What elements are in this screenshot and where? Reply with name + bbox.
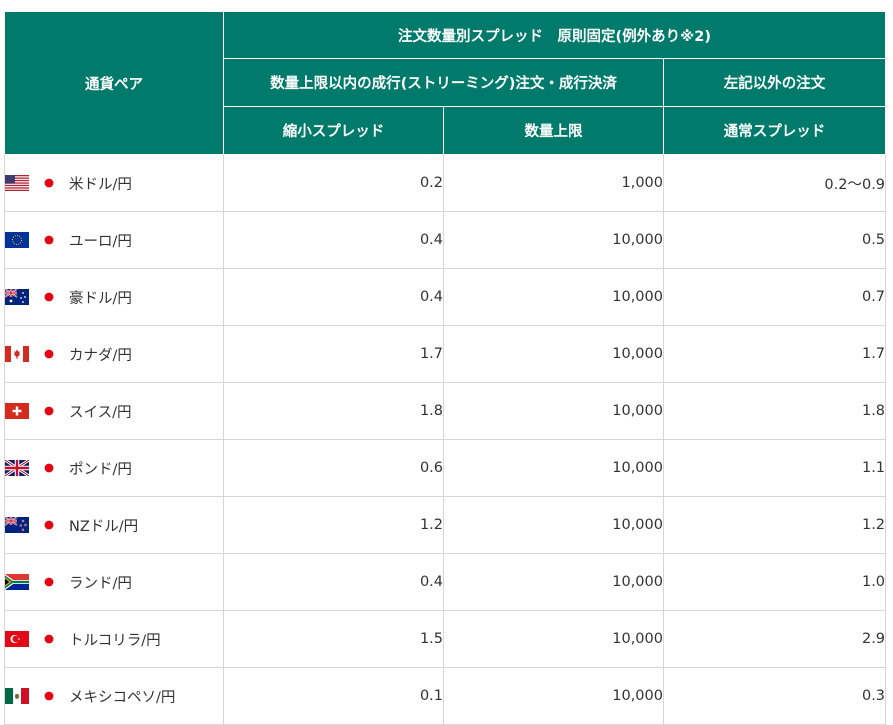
- table-row: ユーロ/円 0.4 10,000 0.5: [4, 211, 887, 269]
- reduced-spread-cell: 0.1: [223, 667, 444, 725]
- jp-flag-icon: [39, 232, 59, 248]
- table-row: ポンド/円 0.6 10,000 1.1: [4, 439, 887, 497]
- quantity-limit-cell: 10,000: [443, 439, 664, 497]
- header-other-orders: 左記以外の注文: [662, 58, 887, 107]
- jp-flag-icon: [39, 403, 59, 419]
- gb-flag-icon: [5, 460, 29, 476]
- mx-flag-icon: [5, 688, 29, 704]
- quantity-limit-cell: 10,000: [443, 667, 664, 725]
- table-row: トルコリラ/円 1.5 10,000 2.9: [4, 610, 887, 668]
- quantity-limit-cell: 10,000: [443, 553, 664, 611]
- normal-spread-cell: 1.8: [662, 382, 887, 440]
- pair-label: 米ドル/円: [69, 176, 132, 193]
- pair-cell: トルコリラ/円: [4, 610, 224, 668]
- eu-flag-icon: [5, 232, 29, 248]
- spread-table: 通貨ペア 注文数量別スプレッド 原則固定(例外あり※2) 数量上限以内の成行(ス…: [4, 11, 887, 725]
- reduced-spread-cell: 0.4: [223, 211, 444, 269]
- quantity-limit-cell: 10,000: [443, 382, 664, 440]
- pair-cell: 米ドル/円: [4, 154, 224, 212]
- reduced-spread-cell: 1.2: [223, 496, 444, 554]
- pair-label: スイス/円: [69, 404, 132, 421]
- pair-label: カナダ/円: [69, 347, 132, 364]
- table-row: カナダ/円 1.7 10,000 1.7: [4, 325, 887, 383]
- nz-flag-icon: [5, 517, 29, 533]
- normal-spread-cell: 0.7: [662, 268, 887, 326]
- za-flag-icon: [5, 574, 29, 590]
- pair-label: メキシコペソ/円: [69, 689, 176, 706]
- pair-cell: ランド/円: [4, 553, 224, 611]
- normal-spread-cell: 0.3: [662, 667, 887, 725]
- pair-label: ランド/円: [69, 575, 132, 592]
- pair-label: トルコリラ/円: [69, 632, 161, 649]
- normal-spread-cell: 1.1: [662, 439, 887, 497]
- jp-flag-icon: [39, 346, 59, 362]
- jp-flag-icon: [39, 517, 59, 533]
- pair-cell: ユーロ/円: [4, 211, 224, 269]
- jp-flag-icon: [39, 688, 59, 704]
- quantity-limit-cell: 10,000: [443, 268, 664, 326]
- jp-flag-icon: [39, 289, 59, 305]
- us-flag-icon: [5, 175, 29, 191]
- quantity-limit-cell: 10,000: [443, 211, 664, 269]
- pair-label: NZドル/円: [69, 518, 139, 535]
- table-row: ランド/円 0.4 10,000 1.0: [4, 553, 887, 611]
- reduced-spread-cell: 1.8: [223, 382, 444, 440]
- au-flag-icon: [5, 289, 29, 305]
- quantity-limit-cell: 1,000: [443, 154, 664, 212]
- pair-cell: ポンド/円: [4, 439, 224, 497]
- table-row: メキシコペソ/円 0.1 10,000 0.3: [4, 667, 887, 725]
- header-normal-spread: 通常スプレッド: [662, 106, 887, 155]
- header-top-group: 注文数量別スプレッド 原則固定(例外あり※2): [222, 11, 887, 59]
- tr-flag-icon: [5, 631, 29, 647]
- ca-flag-icon: [5, 346, 29, 362]
- table-row: NZドル/円 1.2 10,000 1.2: [4, 496, 887, 554]
- ch-flag-icon: [5, 403, 29, 419]
- normal-spread-cell: 0.5: [662, 211, 887, 269]
- normal-spread-cell: 0.2〜0.9: [662, 154, 887, 212]
- jp-flag-icon: [39, 175, 59, 191]
- quantity-limit-cell: 10,000: [443, 325, 664, 383]
- reduced-spread-cell: 0.6: [223, 439, 444, 497]
- spread-table-wrapper: 通貨ペア 注文数量別スプレッド 原則固定(例外あり※2) 数量上限以内の成行(ス…: [4, 11, 887, 725]
- normal-spread-cell: 1.0: [662, 553, 887, 611]
- normal-spread-cell: 1.2: [662, 496, 887, 554]
- normal-spread-cell: 2.9: [662, 610, 887, 668]
- pair-label: ポンド/円: [69, 461, 132, 478]
- pair-cell: カナダ/円: [4, 325, 224, 383]
- reduced-spread-cell: 1.5: [223, 610, 444, 668]
- quantity-limit-cell: 10,000: [443, 610, 664, 668]
- header-streaming-group: 数量上限以内の成行(ストリーミング)注文・成行決済: [223, 58, 664, 107]
- table-row: スイス/円 1.8 10,000 1.8: [4, 382, 887, 440]
- pair-label: 豪ドル/円: [69, 290, 132, 307]
- header-reduced-spread: 縮小スプレッド: [223, 106, 444, 155]
- quantity-limit-cell: 10,000: [443, 496, 664, 554]
- header-currency-pair: 通貨ペア: [4, 11, 224, 155]
- table-row: 米ドル/円 0.2 1,000 0.2〜0.9: [4, 154, 887, 212]
- pair-cell: 豪ドル/円: [4, 268, 224, 326]
- jp-flag-icon: [39, 574, 59, 590]
- reduced-spread-cell: 1.7: [223, 325, 444, 383]
- pair-cell: メキシコペソ/円: [4, 667, 224, 725]
- reduced-spread-cell: 0.4: [223, 268, 444, 326]
- table-row: 豪ドル/円 0.4 10,000 0.7: [4, 268, 887, 326]
- reduced-spread-cell: 0.4: [223, 553, 444, 611]
- pair-cell: NZドル/円: [4, 496, 224, 554]
- pair-label: ユーロ/円: [69, 233, 132, 250]
- jp-flag-icon: [39, 460, 59, 476]
- jp-flag-icon: [39, 631, 59, 647]
- header-quantity-limit: 数量上限: [443, 106, 664, 155]
- reduced-spread-cell: 0.2: [223, 154, 444, 212]
- normal-spread-cell: 1.7: [662, 325, 887, 383]
- pair-cell: スイス/円: [4, 382, 224, 440]
